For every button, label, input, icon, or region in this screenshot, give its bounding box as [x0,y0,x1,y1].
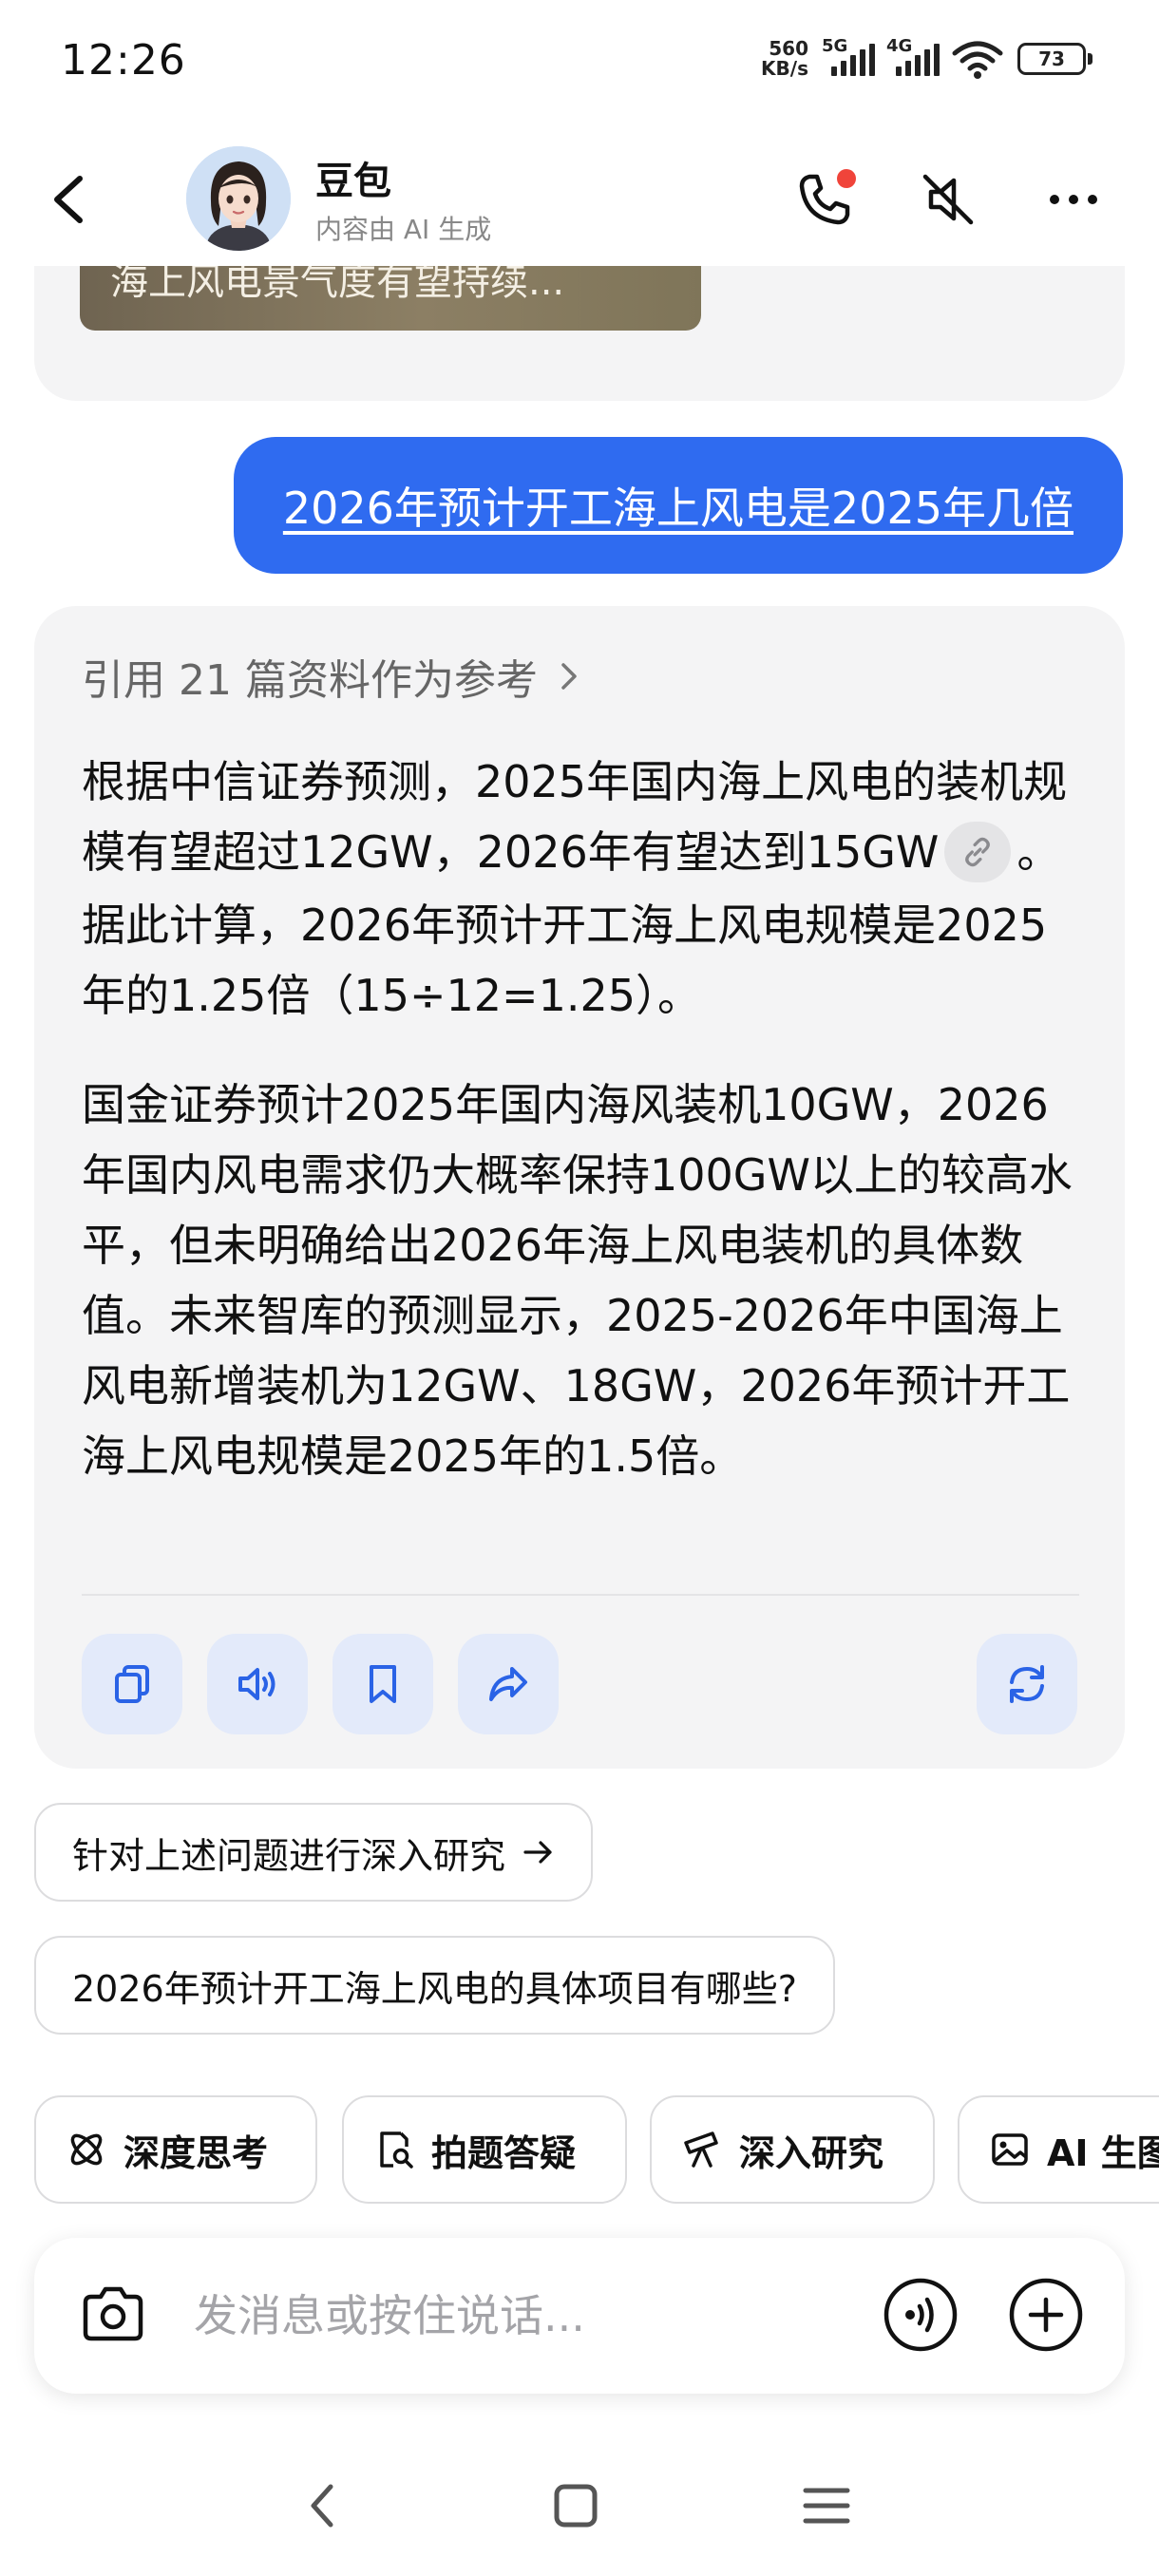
share-icon [489,1667,527,1701]
chip-label: 深入研究 [739,2131,884,2174]
refresh-icon [1010,1665,1044,1703]
network-speed-unit: KB/s [761,57,808,80]
message-input[interactable] [194,2276,859,2356]
regenerate-button[interactable] [977,1634,1077,1734]
chip-photo-question[interactable]: 拍题答疑 [342,2095,627,2204]
source-link-chip[interactable] [944,821,1012,882]
nav-home-icon[interactable] [538,2468,614,2544]
image-icon [992,2133,1028,2166]
chip-ai-image[interactable]: AI 生图 [958,2095,1159,2204]
camera-icon[interactable] [74,2276,152,2354]
chat-header: 豆包 内容由 AI 生成 [0,133,1159,266]
status-time: 12:26 [61,36,186,85]
read-aloud-button[interactable] [207,1634,308,1734]
battery-level: 73 [1038,47,1065,70]
user-message-bubble[interactable]: 2026年预计开工海上风电是2025年几倍 [233,437,1123,574]
copy-icon [115,1665,149,1703]
nav-back-icon[interactable] [285,2468,361,2544]
suggestion-follow-up[interactable]: 2026年预计开工海上风电的具体项目有哪些? [34,1936,835,2035]
notification-dot [837,169,856,188]
bot-name: 豆包 [315,160,391,203]
suggestion-deep-research[interactable]: 针对上述问题进行深入研究 [34,1803,594,1902]
system-nav-bar [0,2428,1159,2576]
answer-paragraph-2: 国金证券预计2025年国内海风装机10GW，2026年国内风电需求仍大概率保持1… [82,1079,1073,1482]
network-speed: 560 KB/s [761,39,808,79]
chevron-right-icon [561,663,577,690]
references-link[interactable]: 引用 21 篇资料作为参考 [82,646,583,707]
chip-deep-thinking[interactable]: 深度思考 [34,2095,317,2204]
signal-4g-icon: 4G [886,36,940,80]
chip-deep-research[interactable]: 深入研究 [650,2095,935,2204]
plus-icon[interactable] [1005,2274,1087,2356]
chip-label: AI 生图 [1047,2131,1159,2174]
speaker-muted-icon[interactable] [914,165,982,234]
speaker-icon [238,1668,276,1700]
answer-para1-text: 根据中信证券预测，2025年国内海上风电的装机规模有望超过12GW，2026年有… [82,756,1068,878]
answer-card: 引用 21 篇资料作为参考 根据中信证券预测，2025年国内海上风电的装机规模有… [34,606,1125,1769]
more-options-icon[interactable] [1039,165,1108,234]
copy-button[interactable] [82,1634,182,1734]
divider [82,1594,1079,1596]
signal-5g-icon: 5G [822,36,875,80]
avatar[interactable] [186,146,291,251]
answer-paragraph-1: 根据中信证券预测，2025年国内海上风电的装机规模有望超过12GW，2026年有… [82,747,1089,1031]
status-bar: 12:26 560 KB/s 5G 4G 73 [0,0,1159,123]
share-button[interactable] [458,1634,559,1734]
references-label: 引用 21 篇资料作为参考 [82,656,538,705]
bookmark-icon [370,1665,396,1703]
link-icon [965,837,991,866]
suggestion-label: 针对上述问题进行深入研究 [72,1834,506,1877]
message-input-bar [34,2238,1125,2394]
arrow-right-icon [523,1841,552,1864]
status-indicators: 560 KB/s 5G 4G 73 [761,36,1092,80]
wifi-icon [952,41,1003,79]
back-arrow-icon[interactable] [42,161,99,237]
atom-icon [70,2133,103,2166]
chip-label: 拍题答疑 [431,2131,577,2174]
nav-menu-icon[interactable] [788,2468,864,2544]
document-search-icon [380,2131,413,2169]
bookmark-button[interactable] [332,1634,433,1734]
call-button[interactable] [788,165,857,234]
user-message-text: 2026年预计开工海上风电是2025年几倍 [282,483,1074,534]
ai-disclaimer: 内容由 AI 生成 [315,214,492,245]
network-speed-value: 560 [769,37,808,60]
chip-label: 深度思考 [124,2131,269,2174]
telescope-icon [684,2131,718,2168]
suggestion-label: 2026年预计开工海上风电的具体项目有哪些? [72,1967,797,2010]
voice-input-icon[interactable] [880,2274,961,2356]
battery-icon: 73 [1017,43,1092,75]
